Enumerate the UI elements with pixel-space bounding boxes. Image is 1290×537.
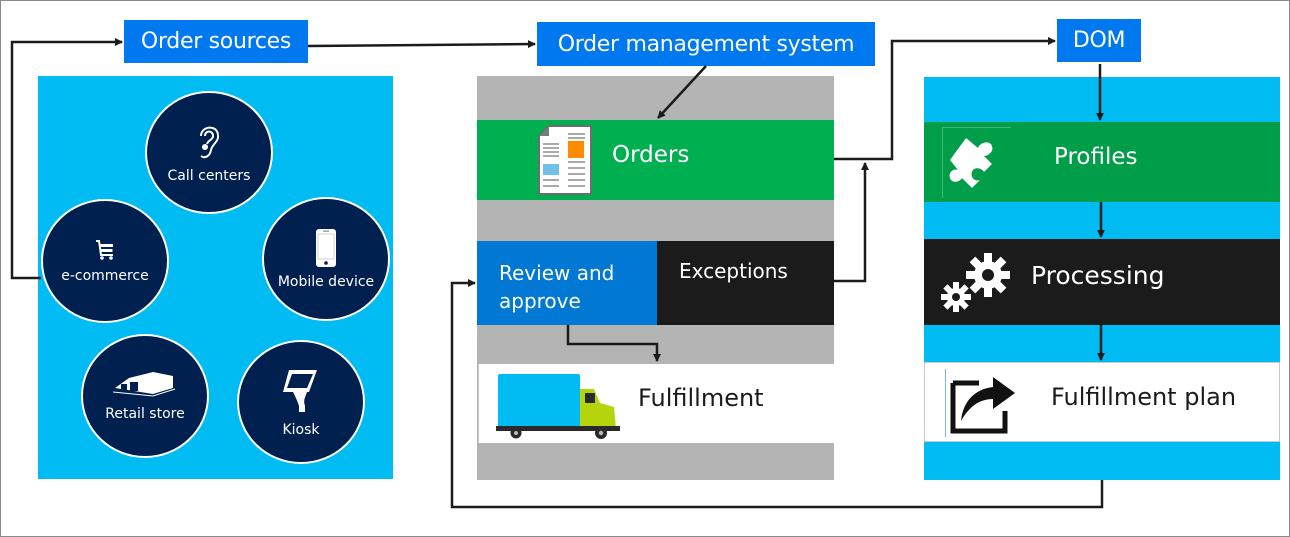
store-building-icon	[113, 372, 176, 397]
order-sources-header: Order sources	[124, 20, 308, 63]
source-mobile-device: Mobile device	[262, 197, 390, 321]
fulfillment-step: Fulfillment	[478, 364, 834, 443]
processing-step: Processing	[924, 239, 1280, 325]
source-label: e-commerce	[61, 268, 149, 284]
source-label: Kiosk	[282, 422, 320, 438]
source-label: Mobile device	[277, 274, 375, 290]
exceptions-label: Exceptions	[679, 259, 788, 283]
orders-label: Orders	[612, 142, 690, 168]
oms-header: Order management system	[537, 22, 875, 66]
delivery-truck-icon	[496, 374, 620, 439]
exceptions-step: Exceptions	[657, 241, 834, 325]
ear-icon	[200, 126, 220, 158]
fulfillment-plan-step: Fulfillment plan	[924, 362, 1280, 442]
fulfillment-label: Fulfillment	[638, 384, 764, 412]
fulfillment-plan-label: Fulfillment plan	[1051, 383, 1237, 411]
source-kiosk: Kiosk	[237, 340, 365, 464]
gears-icon	[941, 253, 1010, 312]
share-export-icon	[950, 377, 1015, 434]
orders-step: Orders	[477, 120, 834, 200]
profiles-step: Profiles	[924, 122, 1280, 202]
processing-label: Processing	[1031, 261, 1165, 290]
source-label: Retail store	[105, 406, 185, 422]
source-label: Call centers	[167, 167, 251, 184]
review-approve-step: Review and approve	[477, 241, 657, 325]
source-call-centers: Call centers	[145, 91, 273, 214]
kiosk-icon	[283, 370, 317, 412]
source-retail-store: Retail store	[81, 334, 209, 458]
orders-document-icon	[538, 125, 592, 195]
review-label: Review and approve	[499, 261, 615, 313]
shopping-cart-icon	[96, 240, 113, 260]
puzzle-piece-icon	[949, 138, 993, 188]
source-e-commerce: e-commerce	[41, 199, 169, 323]
dom-header: DOM	[1057, 19, 1141, 62]
mobile-phone-icon	[316, 229, 336, 267]
profiles-label: Profiles	[1054, 144, 1138, 170]
